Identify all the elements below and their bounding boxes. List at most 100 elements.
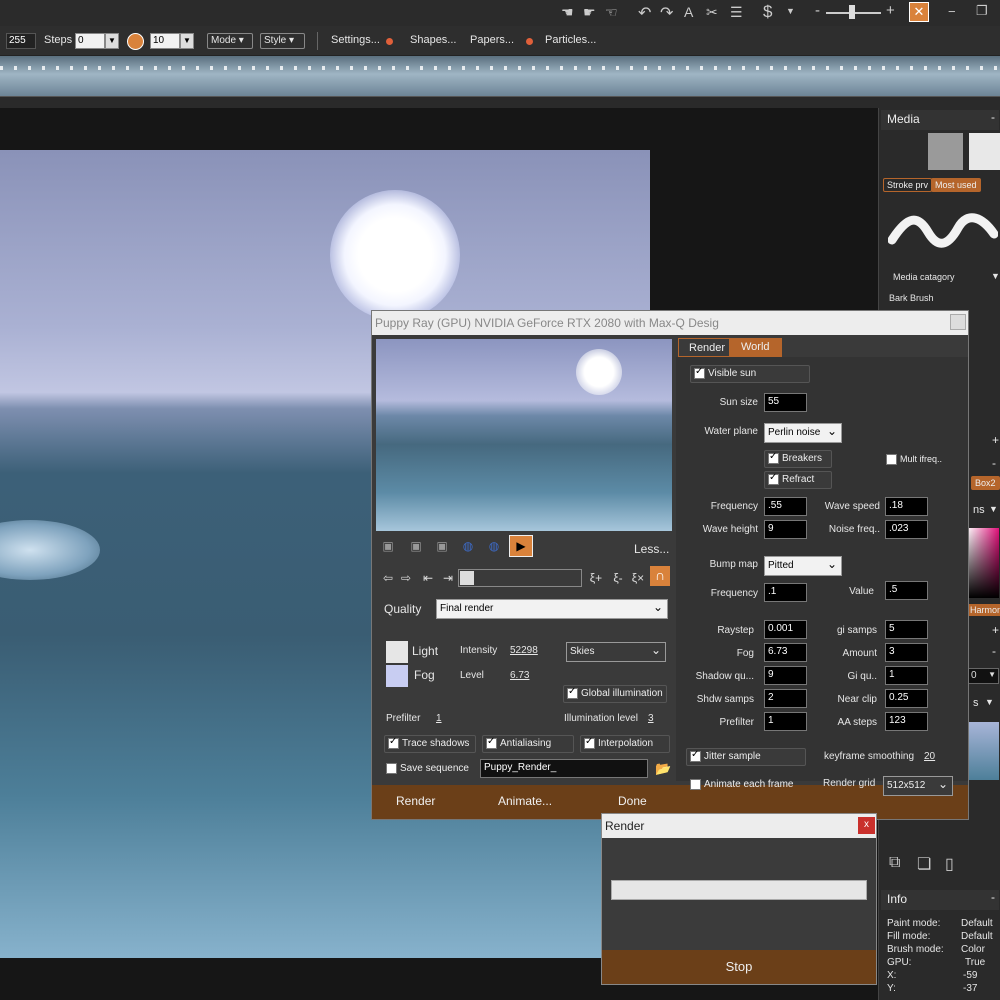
done-button[interactable]: Done [618,794,647,808]
gi-samps-input[interactable]: 5 [885,620,928,639]
tab-render[interactable]: Render [678,338,730,357]
brush-size-icon[interactable] [127,33,144,50]
stroke-prv-tab[interactable]: Stroke prv [883,178,933,192]
zero-field[interactable]: 0 ▼ [967,668,999,684]
aa-steps-input[interactable]: 123 [885,712,928,731]
folder-icon[interactable]: 📂 [655,761,671,777]
brush-name-label[interactable]: Bark Brush [889,293,934,303]
harmony-tab[interactable]: Harmony [967,604,1000,616]
noise-freq-input[interactable]: .023 [885,520,928,539]
global-illumination-checkbox[interactable]: Global illumination [563,685,667,703]
illumination-level-value[interactable]: 3 [648,713,654,724]
near-clip-input[interactable]: 0.25 [885,689,928,708]
restore-icon[interactable]: ❐ [976,3,988,19]
animate-each-frame-checkbox[interactable]: Animate each frame [690,779,794,790]
media-texture-thumbnail[interactable] [928,133,963,170]
media-category-label[interactable]: Media catagory [893,272,955,282]
globe-icon[interactable]: ◍ [458,537,478,555]
hand-tool-icon[interactable]: ☚ [561,4,574,21]
collapse-icon[interactable]: - [991,110,995,124]
wave-speed-input[interactable]: .18 [885,497,928,516]
dropdown-arrow-icon[interactable]: ▼ [786,6,795,16]
keyframe-remove-icon[interactable]: ξ- [608,569,628,587]
particles-button[interactable]: Particles... [545,34,596,46]
undo-icon[interactable]: ↶ [638,3,651,23]
new-layer-icon[interactable]: ⧉ [889,854,900,872]
media-category-dropdown-icon[interactable]: ▼ [991,271,1000,281]
camera2-icon[interactable]: ▣ [406,537,426,555]
opacity-input[interactable]: 255 [6,33,36,49]
water-plane-select[interactable]: Perlin noise [764,423,842,443]
collapse2-icon[interactable]: - [992,456,996,470]
zoom-in-icon[interactable]: + [886,2,895,19]
render-button[interactable]: Render [396,794,435,808]
keyframe-add-icon[interactable]: ξ+ [586,569,606,587]
antialiasing-checkbox[interactable]: Antialiasing [482,735,574,753]
mode-dropdown[interactable]: Mode ▾ [207,33,253,49]
style-dropdown[interactable]: Style ▾ [260,33,305,49]
hand-tool2-icon[interactable]: ☛ [583,4,596,21]
add-icon[interactable]: + [992,433,999,447]
sequence-name-input[interactable]: Puppy_Render_ [480,759,648,778]
frequency-input[interactable]: .55 [764,497,807,516]
globe2-icon[interactable]: ◍ [484,537,504,555]
keyframe-nav2-icon[interactable]: ⇥ [438,569,458,587]
shadow-samples-input[interactable]: 2 [764,689,807,708]
interpolation-checkbox[interactable]: Interpolation [580,735,670,753]
light-swatch[interactable] [386,641,408,663]
box2-tab[interactable]: Box2 [971,476,1000,490]
minimize-icon[interactable]: − [948,4,956,19]
zoom-out-icon[interactable]: - [815,2,820,19]
arrow-left-icon[interactable]: ⇦ [378,569,398,587]
most-used-tab[interactable]: Most used [931,178,981,192]
arrow-right-icon[interactable]: ⇨ [396,569,416,587]
render-dialog-close-button[interactable]: x [858,817,875,834]
keyframe-clear-icon[interactable]: ξ× [628,569,648,587]
skies-select[interactable]: Skies [566,642,666,662]
text-tool-icon[interactable]: A [684,4,693,20]
hand-tool3-icon[interactable]: ☜ [605,4,618,21]
settings-button[interactable]: Settings... [331,34,380,46]
fog-swatch[interactable] [386,665,408,687]
scissors-icon[interactable]: ✂ [706,4,718,21]
render-grid-select[interactable]: 512x512 [883,776,953,796]
s-dropdown-icon[interactable]: ▼ [985,697,994,707]
less-button[interactable]: Less... [634,542,669,556]
raystep-input[interactable]: 0.001 [764,620,807,639]
keyframe-nav-icon[interactable]: ⇤ [418,569,438,587]
camera3-icon[interactable]: ▣ [432,537,452,555]
mult-ifreq-checkbox[interactable]: Mult ifreq.. [886,454,942,466]
gi-quality-input[interactable]: 1 [885,666,928,685]
size-input[interactable]: 10 [150,33,180,49]
steps-input[interactable]: 0 [75,33,105,49]
sun-size-input[interactable]: 55 [764,393,807,412]
tools-icon[interactable]: ✕ [909,2,929,22]
refract-checkbox[interactable]: Refract [764,471,832,489]
menu-icon[interactable]: ☰ [730,4,743,21]
steps-dropdown-icon[interactable]: ▼ [105,33,119,49]
redo-icon[interactable]: ↷ [660,3,673,23]
jitter-sample-checkbox[interactable]: Jitter sample [686,748,806,766]
animate-button[interactable]: Animate... [498,794,552,808]
page-icon[interactable]: ▯ [945,854,954,874]
video-camera-icon[interactable]: ▶ [509,535,533,557]
add2-icon[interactable]: + [992,623,999,637]
value-input[interactable]: .5 [885,581,928,600]
breakers-checkbox[interactable]: Breakers [764,450,832,468]
intensity-value[interactable]: 52298 [510,645,538,656]
keyframe-smoothing-value[interactable]: 20 [924,751,935,762]
prefilter-setting-input[interactable]: 1 [764,712,807,731]
collapse3-icon[interactable]: - [992,644,996,658]
copy-layer-icon[interactable]: ❏ [917,854,931,874]
dollar-icon[interactable]: $ [763,2,772,22]
shadow-quality-input[interactable]: 9 [764,666,807,685]
wave-height-input[interactable]: 9 [764,520,807,539]
visible-sun-checkbox[interactable]: Visible sun [690,365,810,383]
fog-setting-input[interactable]: 6.73 [764,643,807,662]
layer-thumbnail[interactable] [969,722,999,780]
quality-select[interactable]: Final render [436,599,668,619]
shapes-button[interactable]: Shapes... [410,34,456,46]
tab-world[interactable]: World [730,338,782,357]
ns-dropdown-icon[interactable]: ▼ [989,504,998,514]
zoom-slider-thumb[interactable] [849,5,855,19]
